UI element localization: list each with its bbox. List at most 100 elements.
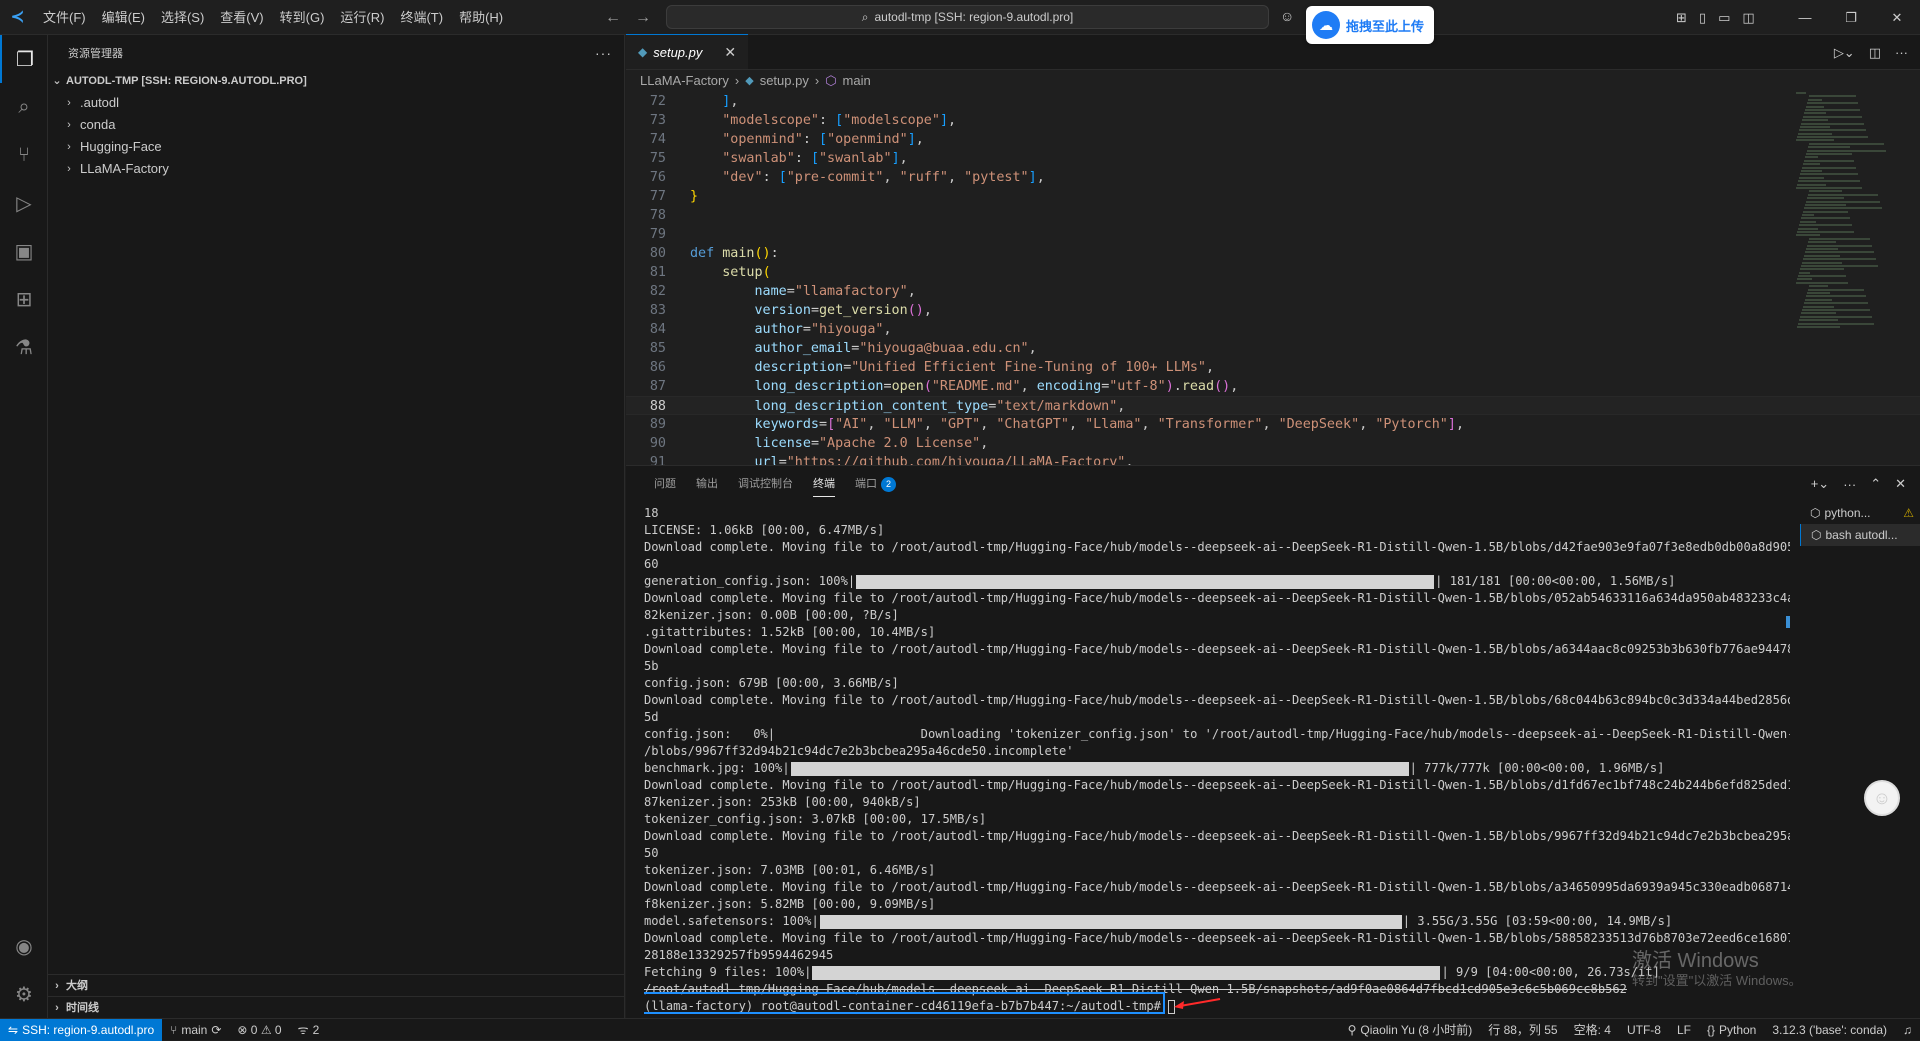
code-line[interactable]: 77}	[626, 187, 1920, 206]
branch-indicator[interactable]: ⑂ main ⟳	[162, 1023, 229, 1037]
run-debug-icon[interactable]: ▷	[0, 179, 48, 227]
end-of-line[interactable]: LF	[1669, 1023, 1699, 1037]
terminal-output[interactable]: 18 LICENSE: 1.06kB [00:00, 6.47MB/s] Downl…	[644, 505, 1790, 1015]
workspace-root-folder[interactable]: ⌄ AUTODL-TMP [SSH: REGION-9.AUTODL.PRO]	[48, 70, 624, 92]
extensions-icon[interactable]: ⊞	[0, 275, 48, 323]
close-panel-icon[interactable]: ✕	[1895, 476, 1906, 492]
menu-item[interactable]: 转到(G)	[272, 0, 333, 35]
code-line[interactable]: 80 def main():	[626, 244, 1920, 263]
restore-icon[interactable]: ❐	[1828, 0, 1874, 35]
terminal-scroll-marker	[1786, 616, 1790, 628]
prompt-highlight-box	[644, 992, 1165, 1014]
minimap[interactable]	[1796, 92, 1906, 465]
code-line[interactable]: 91 url="https://github.com/hiyouga/LLaMA…	[626, 453, 1920, 465]
terminal-instance[interactable]: ⬡ bash autodl...	[1800, 524, 1920, 546]
problems-indicator[interactable]: ⊗ 0 ⚠ 0	[229, 1023, 289, 1037]
new-terminal-icon[interactable]: +⌄	[1811, 476, 1829, 492]
timeline-label: 时间线	[66, 1001, 99, 1014]
code-line[interactable]: 76 "dev": ["pre-commit", "ruff", "pytest…	[626, 168, 1920, 187]
code-line[interactable]: 73 "modelscope": ["modelscope"],	[626, 111, 1920, 130]
command-center[interactable]: ⌕ autodl-tmp [SSH: region-9.autodl.pro]	[666, 5, 1269, 29]
breadcrumb-folder[interactable]: LLaMA-Factory	[640, 70, 729, 92]
customize-layout-icon[interactable]: ⊞	[1676, 10, 1687, 26]
code-editor[interactable]: 72 ], 73 "modelscope": ["modelscope"], 74 …	[626, 92, 1920, 465]
panel-tab[interactable]: 调试控制台	[728, 466, 803, 502]
close-tab-icon[interactable]: ✕	[724, 44, 736, 61]
more-actions-icon[interactable]: ···	[1843, 477, 1856, 492]
account-icon[interactable]: ◉	[0, 922, 48, 970]
back-arrow-icon[interactable]: ←	[605, 9, 621, 27]
menu-item[interactable]: 文件(F)	[35, 0, 94, 35]
code-line[interactable]: 82 name="llamafactory",	[626, 282, 1920, 301]
avatar[interactable]: ☺	[1864, 780, 1900, 816]
tree-folder[interactable]: › Hugging-Face	[48, 136, 624, 158]
code-line[interactable]: 88 long_description_content_type="text/m…	[626, 396, 1920, 415]
search-icon[interactable]: ⌕	[0, 83, 48, 131]
remote-indicator[interactable]: ⇋ SSH: region-9.autodl.pro	[0, 1018, 163, 1041]
more-actions-icon[interactable]: ···	[1895, 45, 1908, 60]
code-text: }	[690, 189, 699, 204]
python-interpreter[interactable]: 3.12.3 ('base': conda)	[1764, 1023, 1895, 1037]
code-line[interactable]: 83 version=get_version(),	[626, 301, 1920, 320]
breadcrumb-file[interactable]: setup.py	[760, 70, 809, 92]
terminal-instance[interactable]: ⬡ python... ⚠	[1800, 502, 1920, 524]
toggle-sidebar-icon[interactable]: ▯	[1699, 10, 1706, 26]
cursor-position[interactable]: 行 88，列 55	[1480, 1021, 1565, 1038]
close-window-icon[interactable]: ✕	[1874, 0, 1920, 35]
maximize-panel-icon[interactable]: ⌃	[1870, 476, 1881, 492]
menu-item[interactable]: 查看(V)	[212, 0, 271, 35]
tree-folder-label: .autodl	[80, 95, 120, 110]
source-control-icon[interactable]: ⑂	[0, 131, 48, 179]
tab-setup-py[interactable]: ◆ setup.py ✕	[626, 34, 749, 69]
menu-item[interactable]: 终端(T)	[392, 0, 451, 35]
menu-item[interactable]: 选择(S)	[153, 0, 212, 35]
menu-item[interactable]: 运行(R)	[332, 0, 392, 35]
code-line[interactable]: 84 author="hiyouga",	[626, 320, 1920, 339]
menu-item[interactable]: 编辑(E)	[94, 0, 153, 35]
code-line[interactable]: 90 license="Apache 2.0 License",	[626, 434, 1920, 453]
timeline-section[interactable]: › 时间线	[48, 996, 624, 1018]
upload-drop-button[interactable]: ☁ 拖拽至此上传	[1306, 6, 1434, 44]
code-line[interactable]: 86 description="Unified Efficient Fine-T…	[626, 358, 1920, 377]
more-actions-icon[interactable]: ···	[595, 45, 612, 61]
panel-tab[interactable]: 终端	[803, 466, 845, 502]
ports-indicator[interactable]: ᯤ 2	[290, 1021, 328, 1038]
toggle-panel-icon[interactable]: ▭	[1718, 10, 1730, 26]
indentation[interactable]: 空格: 4	[1566, 1021, 1619, 1038]
tree-folder[interactable]: › LLaMA-Factory	[48, 158, 624, 180]
settings-gear-icon[interactable]: ⚙	[0, 970, 48, 1018]
split-editor-icon[interactable]: ◫	[1869, 45, 1881, 61]
testing-icon[interactable]: ⚗	[0, 323, 48, 371]
code-line[interactable]: 79	[626, 225, 1920, 244]
git-blame[interactable]: ⚲ Qiaolin Yu (8 小时前)	[1340, 1021, 1481, 1038]
menu-item[interactable]: 帮助(H)	[451, 0, 511, 35]
explorer-icon[interactable]: ❐	[0, 35, 48, 83]
forward-arrow-icon[interactable]: →	[635, 9, 651, 27]
code-line[interactable]: 74 "openmind": ["openmind"],	[626, 130, 1920, 149]
code-line[interactable]: 81 setup(	[626, 263, 1920, 282]
panel-tab[interactable]: 端口 2	[845, 466, 906, 502]
encoding[interactable]: UTF-8	[1619, 1023, 1669, 1037]
breadcrumb-symbol[interactable]: main	[843, 70, 871, 92]
tree-folder[interactable]: › conda	[48, 114, 624, 136]
run-python-icon[interactable]: ▷⌄	[1834, 45, 1855, 61]
outline-section[interactable]: › 大纲	[48, 974, 624, 996]
notifications-icon[interactable]: ♫	[1895, 1023, 1920, 1037]
panel-tab[interactable]: 输出	[686, 466, 728, 502]
code-line[interactable]: 72 ],	[626, 92, 1920, 111]
toggle-secondary-sidebar-icon[interactable]: ◫	[1742, 10, 1754, 26]
remote-explorer-icon[interactable]: ▣	[0, 227, 48, 275]
code-line[interactable]: 78	[626, 206, 1920, 225]
code-line[interactable]: 75 "swanlab": ["swanlab"],	[626, 149, 1920, 168]
panel-tab[interactable]: 问题	[644, 466, 686, 502]
tree-folder[interactable]: › .autodl	[48, 92, 624, 114]
tab-label: setup.py	[653, 44, 703, 60]
code-line[interactable]: 89 keywords=["AI", "LLM", "GPT", "ChatGP…	[626, 415, 1920, 434]
code-line[interactable]: 85 author_email="hiyouga@buaa.edu.cn",	[626, 339, 1920, 358]
minimize-icon[interactable]: —	[1782, 0, 1828, 35]
cloud-upload-icon: ☁	[1312, 11, 1340, 39]
copilot-icon[interactable]: ☺	[1280, 8, 1294, 24]
language-mode[interactable]: {} Python	[1699, 1023, 1764, 1037]
red-arrow-annotation	[1174, 998, 1221, 1009]
code-line[interactable]: 87 long_description=open("README.md", en…	[626, 377, 1920, 396]
